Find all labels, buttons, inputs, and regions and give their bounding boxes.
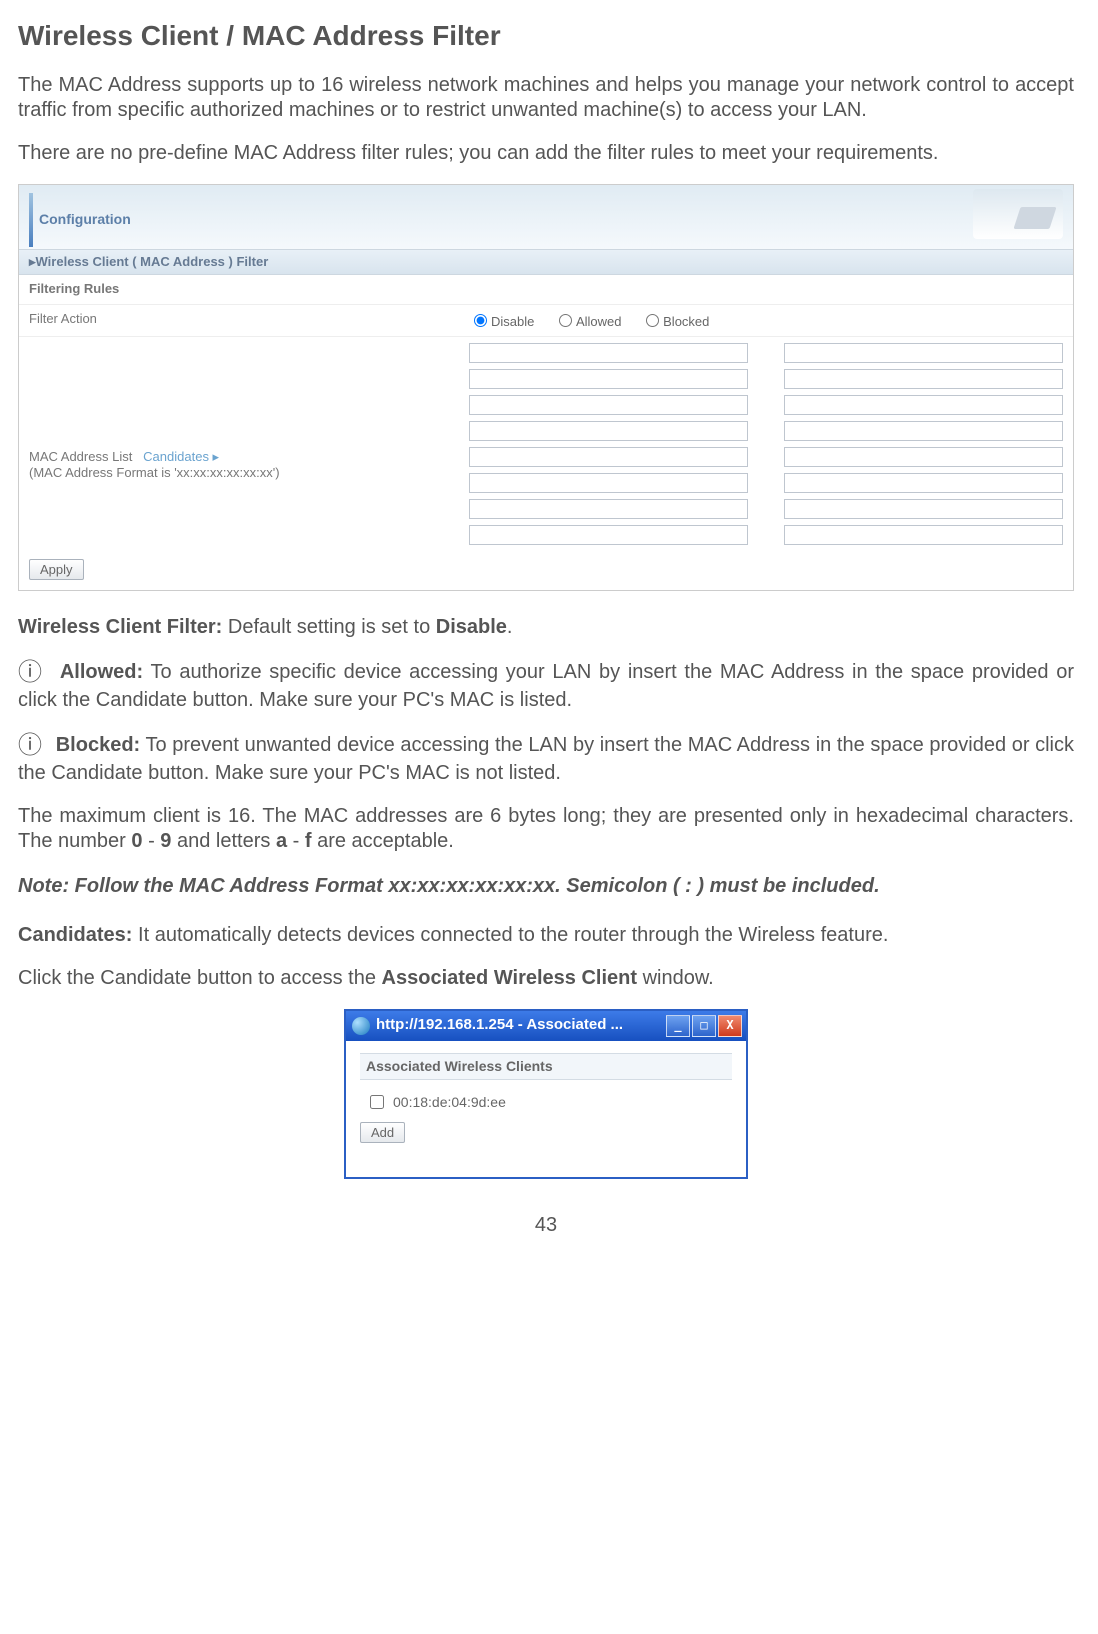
apply-row: Apply	[19, 551, 1073, 590]
page-number: 43	[18, 1213, 1074, 1238]
mac-input[interactable]	[469, 525, 748, 545]
mac-format-hint: (MAC Address Format is 'xx:xx:xx:xx:xx:x…	[29, 465, 469, 481]
mac-input[interactable]	[469, 421, 748, 441]
associated-clients-header: Associated Wireless Clients	[360, 1053, 732, 1081]
click-b: Associated Wireless Client	[382, 967, 637, 989]
blocked-definition: ⓘ Blocked: To prevent unwanted device ac…	[18, 731, 1074, 786]
wireless-client-filter-line: Wireless Client Filter: Default setting …	[18, 615, 1074, 640]
mac-address-list-labels: MAC Address List Candidates ▸ (MAC Addre…	[29, 407, 469, 482]
max-client-line: The maximum client is 16. The MAC addres…	[18, 804, 1074, 854]
allowed-text: To authorize specific device accessing y…	[18, 661, 1074, 711]
add-button[interactable]: Add	[360, 1122, 405, 1143]
wcf-end: .	[507, 616, 513, 638]
mac-input[interactable]	[784, 421, 1063, 441]
candidates-text: It automatically detects devices connect…	[132, 924, 888, 946]
radio-allowed-input[interactable]	[559, 314, 572, 327]
mac-address-list-text: MAC Address List	[29, 449, 132, 464]
intro-paragraph-2: There are no pre-define MAC Address filt…	[18, 141, 1074, 166]
browser-icon	[352, 1017, 370, 1035]
max-b2: 9	[160, 830, 171, 852]
filtering-rules-row: Filtering Rules	[19, 275, 1073, 304]
filter-section-title: ▸Wireless Client ( MAC Address ) Filter	[19, 249, 1073, 275]
client-mac: 00:18:de:04:9d:ee	[393, 1094, 506, 1112]
mac-input[interactable]	[784, 395, 1063, 415]
candidates-link[interactable]: Candidates ▸	[143, 449, 219, 464]
wcf-mid: Default setting is set to	[222, 616, 435, 638]
wcf-bold: Disable	[436, 616, 507, 638]
note-line: Note: Follow the MAC Address Format xx:x…	[18, 874, 1074, 899]
candidates-label: Candidates:	[18, 924, 132, 946]
associated-clients-window: http://192.168.1.254 - Associated ... _ …	[344, 1009, 748, 1180]
maximize-button[interactable]: □	[692, 1015, 716, 1037]
blocked-text: To prevent unwanted device accessing the…	[18, 734, 1074, 784]
click-candidate-line: Click the Candidate button to access the…	[18, 966, 1074, 991]
filtering-rules-label: Filtering Rules	[29, 281, 469, 297]
radio-disable[interactable]: Disable	[469, 314, 534, 329]
mac-input[interactable]	[784, 447, 1063, 467]
intro-paragraph-1: The MAC Address supports up to 16 wirele…	[18, 73, 1074, 123]
config-panel-screenshot: Configuration ▸Wireless Client ( MAC Add…	[18, 184, 1074, 591]
radio-blocked-input[interactable]	[646, 314, 659, 327]
radio-blocked-label: Blocked	[663, 314, 709, 329]
close-button[interactable]: X	[718, 1015, 742, 1037]
info-icon: ⓘ	[18, 660, 44, 686]
mac-input[interactable]	[469, 473, 748, 493]
max-d1: -	[143, 830, 161, 852]
mac-input[interactable]	[469, 343, 748, 363]
max-mid: and letters	[171, 830, 276, 852]
header-ribbon-icon	[29, 193, 33, 247]
click-c: window.	[637, 967, 714, 989]
mac-input[interactable]	[784, 499, 1063, 519]
client-row: 00:18:de:04:9d:ee	[360, 1088, 732, 1122]
apply-button[interactable]: Apply	[29, 559, 84, 580]
filter-action-row: Filter Action Disable Allowed Blocked	[19, 305, 1073, 337]
mac-input[interactable]	[469, 499, 748, 519]
device-logo-icon	[973, 189, 1063, 239]
mac-input[interactable]	[784, 473, 1063, 493]
mac-input[interactable]	[469, 447, 748, 467]
mac-input[interactable]	[784, 369, 1063, 389]
max-end: are acceptable.	[312, 830, 454, 852]
page-title: Wireless Client / MAC Address Filter	[18, 18, 1074, 53]
mac-input[interactable]	[784, 525, 1063, 545]
client-checkbox[interactable]	[370, 1095, 384, 1109]
radio-blocked[interactable]: Blocked	[641, 314, 709, 329]
wcf-prefix: Wireless Client Filter:	[18, 616, 222, 638]
click-a: Click the Candidate button to access the	[18, 967, 382, 989]
max-b4: f	[305, 830, 312, 852]
filter-action-label: Filter Action	[29, 311, 469, 327]
config-label: Configuration	[39, 211, 131, 229]
minimize-button[interactable]: _	[666, 1015, 690, 1037]
radio-disable-label: Disable	[491, 314, 534, 329]
info-icon: ⓘ	[18, 733, 42, 759]
max-b3: a	[276, 830, 287, 852]
config-panel-header: Configuration	[19, 185, 1073, 249]
window-body: Associated Wireless Clients 00:18:de:04:…	[346, 1041, 746, 1178]
radio-allowed-label: Allowed	[576, 314, 622, 329]
mac-input[interactable]	[469, 369, 748, 389]
mac-address-list-row: MAC Address List Candidates ▸ (MAC Addre…	[19, 337, 1073, 551]
mac-input-grid	[469, 343, 1063, 545]
radio-allowed[interactable]: Allowed	[554, 314, 622, 329]
radio-disable-input[interactable]	[474, 314, 487, 327]
max-d2: -	[287, 830, 305, 852]
filter-action-radios: Disable Allowed Blocked	[469, 311, 1063, 330]
mac-input[interactable]	[469, 395, 748, 415]
mac-input[interactable]	[784, 343, 1063, 363]
window-titlebar: http://192.168.1.254 - Associated ... _ …	[346, 1011, 746, 1041]
allowed-label: Allowed:	[60, 661, 143, 683]
blocked-label: Blocked:	[56, 734, 140, 756]
add-row: Add	[360, 1122, 732, 1143]
window-title: http://192.168.1.254 - Associated ...	[376, 1016, 623, 1035]
max-b1: 0	[131, 830, 142, 852]
allowed-definition: ⓘ Allowed: To authorize specific device …	[18, 658, 1074, 713]
candidates-definition: Candidates: It automatically detects dev…	[18, 923, 1074, 948]
